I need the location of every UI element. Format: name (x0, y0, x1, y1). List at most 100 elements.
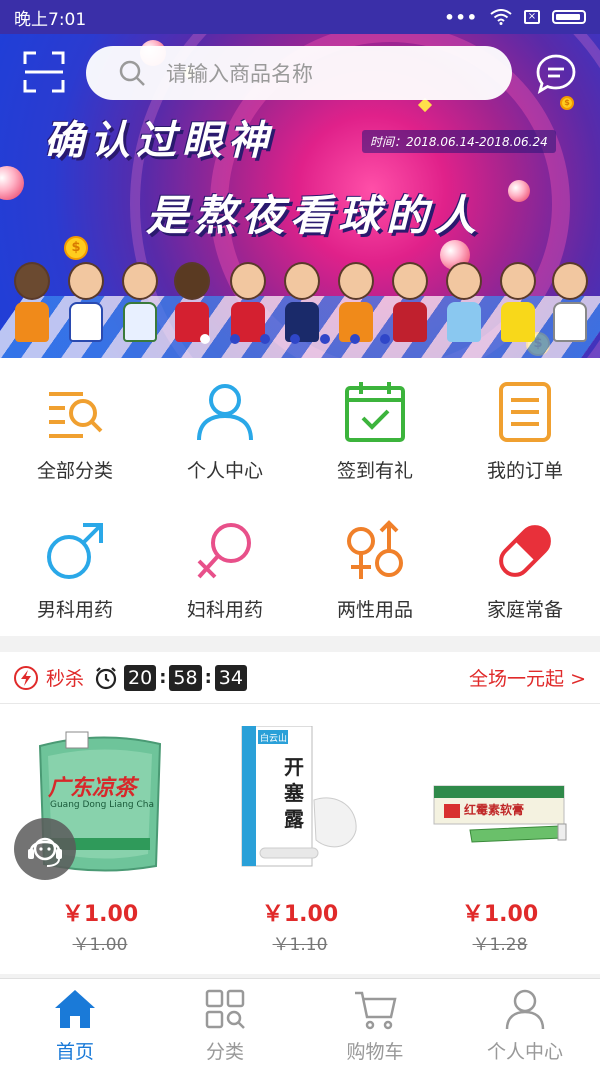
list-search-icon (49, 392, 103, 438)
status-bar: 晚上7:01 ••• × (0, 0, 600, 34)
category-label: 两性用品 (336, 599, 413, 621)
message-icon[interactable] (534, 52, 578, 96)
category-adult-products[interactable]: 两性用品 (300, 497, 450, 636)
more-dots-icon: ••• (444, 7, 478, 27)
order-list-icon (499, 382, 551, 442)
tab-label: 购物车 (346, 1041, 404, 1063)
countdown-minutes: 58 (169, 664, 202, 691)
person-icon (197, 384, 253, 441)
lightning-icon (14, 665, 38, 690)
coin-decoration: $ (64, 236, 88, 260)
product-pack-name: 开塞露 (284, 755, 304, 831)
player-illustration (390, 262, 430, 354)
product-image-kaisailu: 白云山 开塞露 (230, 725, 370, 876)
home-icon (55, 990, 95, 1028)
category-label: 个人中心 (186, 460, 263, 482)
banner-date-range: 时间：2018.06.14-2018.06.24 (362, 130, 556, 153)
category-label: 妇科用药 (186, 599, 263, 621)
player-illustration (66, 262, 106, 354)
headset-icon (28, 837, 62, 867)
player-illustration (550, 262, 590, 354)
pagination-dot[interactable] (200, 334, 210, 344)
tab-label: 首页 (55, 1041, 94, 1063)
banner-pagination[interactable] (200, 334, 390, 344)
tab-category[interactable]: 分类 (150, 979, 300, 1067)
player-illustration (120, 262, 160, 354)
cart-icon (355, 991, 397, 1030)
tab-label: 分类 (205, 1041, 244, 1063)
product-pack-subtitle: Guang Dong Liang Cha (50, 800, 154, 810)
category-checkin[interactable]: 签到有礼 (300, 358, 450, 497)
player-illustration (12, 262, 52, 354)
pagination-dot[interactable] (230, 334, 240, 344)
male-symbol-icon (47, 523, 103, 579)
flash-sale-header: 秒杀 20 : 58 : 34 全场一元起 > (0, 652, 600, 704)
search-placeholder: 请输入商品名称 (166, 62, 313, 86)
search-row: 请输入商品名称 (0, 46, 600, 100)
pill-icon (499, 525, 551, 577)
flash-sale-title: 秒杀 (46, 668, 85, 690)
profile-icon (505, 989, 545, 1030)
tab-home[interactable]: 首页 (0, 979, 150, 1067)
product-price: ￥1.00 (461, 902, 539, 927)
pagination-dot[interactable] (350, 334, 360, 344)
customer-service-button[interactable] (14, 818, 76, 880)
category-label: 我的订单 (486, 460, 563, 482)
product-image-ointment: 红霉素软膏 (430, 726, 570, 876)
no-sim-icon: × (524, 10, 540, 24)
category-profile[interactable]: 个人中心 (150, 358, 300, 497)
product-original-price: ￥1.10 (272, 935, 328, 955)
product-pack-name: 红霉素软膏 (464, 803, 525, 817)
product-original-price: ￥1.00 (72, 935, 128, 955)
search-input[interactable]: 请输入商品名称 (86, 46, 512, 100)
category-label: 家庭常备 (486, 599, 563, 621)
product-card[interactable]: 白云山 开塞露 ￥1.00 ￥1.10 (200, 704, 400, 972)
countdown-separator: : (159, 667, 167, 688)
player-illustration (498, 262, 538, 354)
pagination-dot[interactable] (380, 334, 390, 344)
wifi-icon (490, 9, 512, 25)
pagination-dot[interactable] (260, 334, 270, 344)
category-male-medicine[interactable]: 男科用药 (0, 497, 150, 636)
battery-icon (552, 10, 586, 24)
status-time: 晚上7:01 (14, 9, 87, 30)
ball-decoration (0, 166, 24, 200)
category-label: 签到有礼 (336, 460, 413, 482)
product-price: ￥1.00 (61, 902, 139, 927)
category-family-essentials[interactable]: 家庭常备 (450, 497, 600, 636)
category-label: 男科用药 (36, 599, 113, 621)
product-card[interactable]: 红霉素软膏 ￥1.00 ￥1.28 (400, 704, 600, 972)
scan-icon[interactable] (22, 50, 66, 94)
ball-decoration (508, 180, 530, 202)
category-all[interactable]: 全部分类 (0, 358, 150, 497)
flash-sale-more-link[interactable]: 全场一元起 > (469, 664, 586, 691)
flash-sale-section: 秒杀 20 : 58 : 34 全场一元起 > 广东凉茶 Guang Dong … (0, 652, 600, 974)
product-original-price: ￥1.28 (472, 935, 528, 955)
player-illustration (444, 262, 484, 354)
countdown-separator: : (204, 667, 212, 688)
product-pack-name: 广东凉茶 (48, 776, 137, 801)
flash-sale-products: 广东凉茶 Guang Dong Liang Cha ￥1.00 ￥1.00 白云… (0, 704, 600, 972)
product-price: ￥1.00 (261, 902, 339, 927)
category-grid-icon (205, 989, 245, 1029)
countdown-hours: 20 (124, 664, 157, 691)
banner-headline-1: 确认过眼神 (44, 117, 274, 164)
pagination-dot[interactable] (290, 334, 300, 344)
pagination-dot[interactable] (320, 334, 330, 344)
product-pack-subtitle: 白云山 (260, 734, 288, 744)
promo-banner[interactable]: $ $ $ 请输入商品名称 确认过眼神 时间：2018.06.14-2018.0… (0, 34, 600, 358)
alarm-clock-icon (95, 666, 117, 689)
category-female-medicine[interactable]: 妇科用药 (150, 497, 300, 636)
category-grid: 全部分类 个人中心 签到有礼 我的订单 男科用药 妇科用药 两性用品 家庭常备 (0, 358, 600, 636)
bottom-tab-bar: 首页 分类 购物车 个人中心 (0, 978, 600, 1067)
countdown-seconds: 34 (214, 664, 247, 691)
status-icons: ••• × (444, 8, 586, 27)
calendar-check-icon (345, 382, 405, 442)
gender-pair-icon (347, 520, 403, 579)
tab-label: 个人中心 (486, 1041, 563, 1063)
category-orders[interactable]: 我的订单 (450, 358, 600, 497)
tab-profile[interactable]: 个人中心 (450, 979, 600, 1067)
tab-cart[interactable]: 购物车 (300, 979, 450, 1067)
female-symbol-icon (197, 523, 251, 579)
banner-headline-2: 是熬夜看球的人 (146, 191, 483, 240)
